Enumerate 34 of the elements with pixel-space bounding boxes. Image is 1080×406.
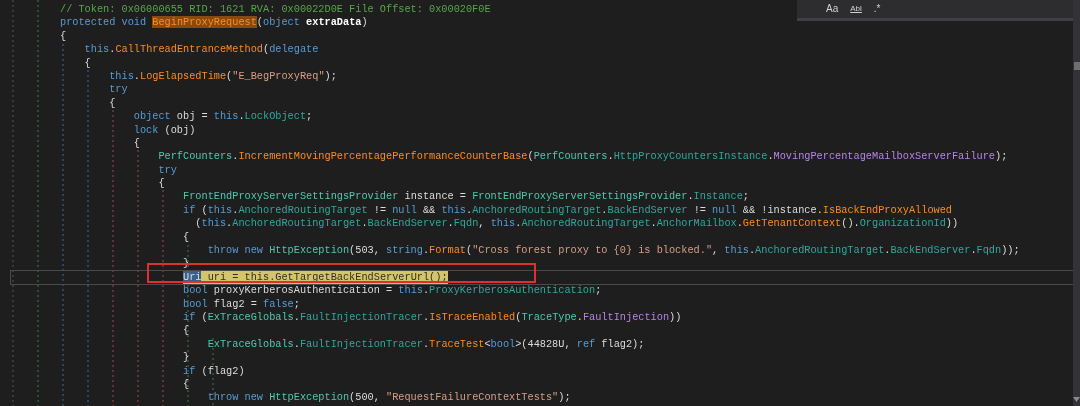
code-line: this.LogElapsedTime("E_BegProxyReq"); (109, 69, 337, 84)
find-match-case-toggle[interactable]: Aa (823, 2, 842, 16)
find-regex-toggle[interactable]: .* (870, 2, 884, 16)
code-line: { (133, 136, 140, 151)
code-line: throw new HttpException(503, string.Format("Cross forest proxy to {0} is blocked.", this.AnchoredRoutingTarget.BackEndServer.Fqdn)); (207, 244, 1020, 258)
code-line: throw new HttpException(500, "RequestFailureContextTests"); (207, 391, 571, 405)
scroll-down-icon[interactable] (1073, 397, 1080, 402)
code-line: { (158, 177, 165, 191)
code-line: } (183, 351, 190, 365)
code-line: { (183, 377, 190, 392)
code-line: bool flag2 = false; (183, 297, 300, 311)
code-line: ExTraceGlobals.FaultInjectionTracer.TraceTest<bool>(44828U, ref flag2); (207, 337, 645, 352)
code-line: if (flag2) (183, 364, 245, 378)
code-line: FrontEndProxyServerSettingsProvider instance = FrontEndProxyServerSettingsProvider.Instance; (183, 190, 749, 204)
code-line: object obj = this.LockObject; (133, 110, 313, 124)
vertical-scrollbar[interactable] (1073, 0, 1080, 406)
code-line: try (109, 83, 128, 97)
code-line: { (60, 29, 67, 44)
code-line: lock (obj) (133, 123, 196, 137)
code-line: { (109, 96, 116, 111)
scrollbar-thumb[interactable] (1074, 62, 1080, 70)
code-line: { (183, 324, 190, 338)
code-line: this.CallThreadEntranceMethod(delegate (84, 43, 319, 57)
code-line: if (ExTraceGlobals.FaultInjectionTracer.IsTraceEnabled(TraceType.FaultInjection)) (183, 311, 682, 325)
code-line: { (84, 56, 91, 70)
find-whole-word-toggle[interactable]: Abl (847, 2, 865, 16)
code-line: PerfCounters.IncrementMovingPercentagePerformanceCounterBase(PerfCounters.HttpProxyCountersInstance.MovingPercentageMailboxServerFailure); (158, 150, 1008, 164)
code-line: if (this.AnchoredRoutingTarget != null && this.AnchoredRoutingTarget.BackEndServer != null && !instance.IsBackEndProxyAllowed (183, 203, 952, 218)
code-line: protected void BeginProxyRequest(object extraData) (60, 16, 368, 30)
code-line: try (158, 163, 177, 178)
code-line: (this.AnchoredRoutingTarget.BackEndServer.Fqdn, this.AnchoredRoutingTarget.AnchorMailbox.GetTenantContext().OrganizationId)) (195, 217, 959, 231)
code-line: bool proxyKerberosAuthentication = this.ProxyKerberosAuthentication; (183, 284, 602, 298)
code-line: // Token: 0x06000655 RID: 1621 RVA: 0x00022D0E File Offset: 0x00020F0E (60, 3, 491, 17)
code-line: { (183, 230, 190, 245)
